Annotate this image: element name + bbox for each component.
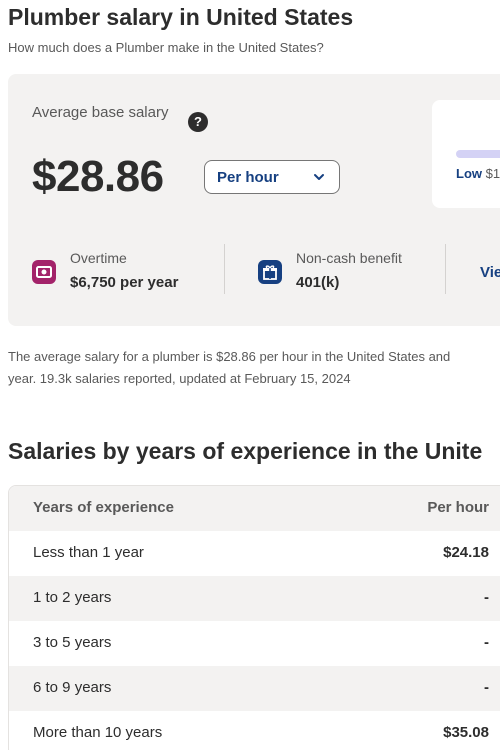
gift-icon — [258, 260, 282, 284]
salary-range-bar — [456, 150, 500, 158]
table-header-row: Years of experience Per hour — [9, 486, 500, 531]
experience-label: Less than 1 year — [33, 544, 144, 561]
range-low-label: Low — [456, 166, 482, 181]
benefit-value: 401(k) — [296, 274, 340, 291]
page-subtitle: How much does a Plumber make in the Unit… — [8, 40, 324, 55]
range-low-value: $1 — [485, 166, 500, 181]
divider — [224, 244, 225, 294]
salary-description: The average salary for a plumber is $28.… — [8, 346, 500, 390]
description-line: year. 19.3k salaries reported, updated a… — [8, 371, 351, 386]
description-line: The average salary for a plumber is $28.… — [8, 349, 451, 364]
salary-range-low: Low $1 — [456, 166, 500, 181]
column-header-experience: Years of experience — [33, 499, 174, 516]
experience-value: $24.18 — [443, 544, 489, 561]
page-title: Plumber salary in United States — [8, 4, 354, 30]
experience-label: More than 10 years — [33, 724, 163, 741]
salary-page: Plumber salary in United States How much… — [0, 0, 500, 750]
average-salary-label: Average base salary — [32, 104, 169, 121]
experience-table: Years of experience Per hour Less than 1… — [8, 485, 500, 750]
experience-section-title: Salaries by years of experience in the U… — [8, 438, 483, 464]
pay-period-dropdown[interactable]: Per hour — [204, 160, 340, 194]
experience-value: - — [484, 634, 489, 651]
benefit-label: Overtime — [70, 250, 127, 266]
experience-value: - — [484, 589, 489, 606]
experience-label: 3 to 5 years — [33, 634, 112, 651]
view-more-link[interactable]: Vie — [480, 264, 500, 281]
divider — [445, 244, 446, 294]
money-icon — [32, 260, 56, 284]
help-icon[interactable]: ? — [188, 112, 208, 132]
salary-range-card: Low $1 — [432, 100, 500, 208]
column-header-per-hour: Per hour — [427, 499, 489, 516]
table-row: 1 to 2 years - — [9, 576, 500, 621]
table-row: 3 to 5 years - — [9, 621, 500, 666]
table-row: Less than 1 year $24.18 — [9, 531, 500, 576]
pay-period-selected: Per hour — [217, 169, 279, 186]
benefit-value: $6,750 per year — [70, 274, 179, 291]
experience-label: 1 to 2 years — [33, 589, 112, 606]
experience-value: - — [484, 679, 489, 696]
table-row: 6 to 9 years - — [9, 666, 500, 711]
average-salary-amount: $28.86 — [32, 152, 164, 201]
benefit-label: Non-cash benefit — [296, 250, 402, 266]
experience-label: 6 to 9 years — [33, 679, 112, 696]
experience-value: $35.08 — [443, 724, 489, 741]
table-row: More than 10 years $35.08 — [9, 711, 500, 750]
salary-summary-card: Average base salary ? $28.86 Per hour Lo… — [8, 74, 500, 326]
chevron-down-icon — [314, 174, 324, 180]
